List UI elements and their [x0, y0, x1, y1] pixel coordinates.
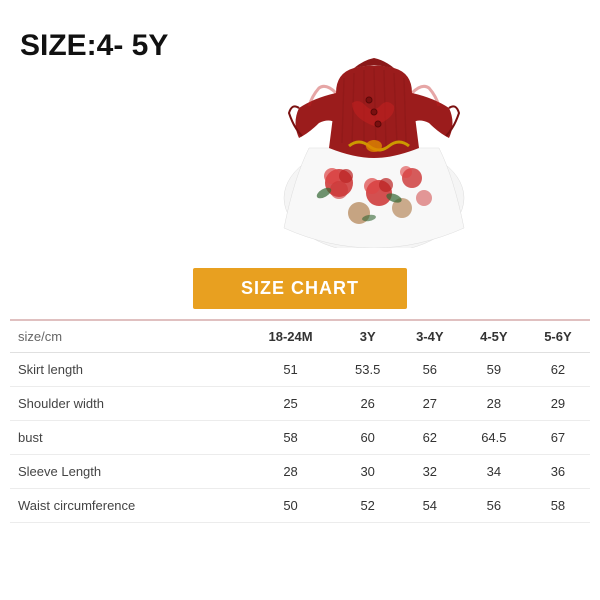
row-cell: 30 [338, 455, 398, 489]
row-cell: 52 [338, 489, 398, 523]
table-header-row: size/cm 18-24M 3Y 3-4Y 4-5Y 5-6Y [10, 321, 590, 353]
row-cell: 28 [462, 387, 526, 421]
row-cell: 67 [526, 421, 590, 455]
row-cell: 58 [526, 489, 590, 523]
row-cell: 54 [398, 489, 462, 523]
row-cell: 58 [244, 421, 338, 455]
table-row: Shoulder width2526272829 [10, 387, 590, 421]
row-cell: 62 [398, 421, 462, 455]
col-header-18-24m: 18-24M [244, 321, 338, 353]
col-header-5-6y: 5-6Y [526, 321, 590, 353]
size-table: size/cm 18-24M 3Y 3-4Y 4-5Y 5-6Y Skirt l… [10, 321, 590, 523]
table-row: bust58606264.567 [10, 421, 590, 455]
row-cell: 59 [462, 353, 526, 387]
row-cell: 53.5 [338, 353, 398, 387]
dress-image [168, 18, 580, 248]
size-chart-button-area: SIZE CHART [0, 260, 600, 319]
size-chart-button[interactable]: SIZE CHART [193, 268, 407, 309]
row-label: Skirt length [10, 353, 244, 387]
size-title: SIZE:4- 5Y [20, 28, 168, 64]
top-section: SIZE:4- 5Y [0, 0, 600, 260]
row-cell: 26 [338, 387, 398, 421]
row-cell: 34 [462, 455, 526, 489]
row-cell: 60 [338, 421, 398, 455]
dress-svg [264, 18, 484, 248]
row-cell: 32 [398, 455, 462, 489]
row-label: Sleeve Length [10, 455, 244, 489]
row-cell: 51 [244, 353, 338, 387]
row-cell: 62 [526, 353, 590, 387]
row-cell: 56 [462, 489, 526, 523]
row-label: bust [10, 421, 244, 455]
row-label: Shoulder width [10, 387, 244, 421]
page-container: SIZE:4- 5Y [0, 0, 600, 600]
col-header-3y: 3Y [338, 321, 398, 353]
row-cell: 56 [398, 353, 462, 387]
row-cell: 27 [398, 387, 462, 421]
table-row: Sleeve Length2830323436 [10, 455, 590, 489]
row-cell: 28 [244, 455, 338, 489]
row-label: Waist circumference [10, 489, 244, 523]
row-cell: 64.5 [462, 421, 526, 455]
table-row: Waist circumference5052545658 [10, 489, 590, 523]
col-header-4-5y: 4-5Y [462, 321, 526, 353]
row-cell: 25 [244, 387, 338, 421]
table-section: size/cm 18-24M 3Y 3-4Y 4-5Y 5-6Y Skirt l… [0, 321, 600, 523]
table-row: Skirt length5153.5565962 [10, 353, 590, 387]
row-cell: 36 [526, 455, 590, 489]
col-header-3-4y: 3-4Y [398, 321, 462, 353]
row-cell: 50 [244, 489, 338, 523]
col-header-size: size/cm [10, 321, 244, 353]
row-cell: 29 [526, 387, 590, 421]
